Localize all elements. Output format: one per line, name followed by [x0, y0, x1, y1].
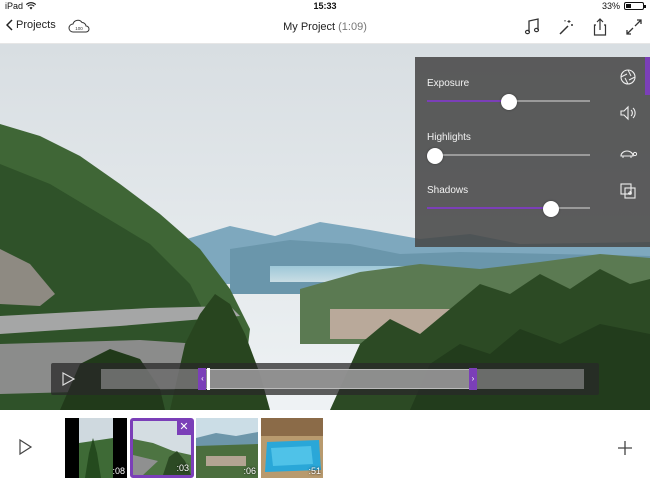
- slider-fill: [427, 207, 551, 209]
- clip-duration: :06: [243, 466, 256, 476]
- turtle-speed-icon[interactable]: [618, 143, 638, 163]
- add-clip-icon[interactable]: [616, 439, 634, 457]
- clip-thumbnail[interactable]: :51: [261, 418, 323, 478]
- battery-icon: [624, 2, 646, 10]
- panel-tools: [614, 57, 650, 247]
- filmstrip: :08 ✕ :03 :06 :51: [0, 410, 650, 487]
- battery-percent: 33%: [601, 1, 620, 11]
- slider-knob[interactable]: [542, 201, 559, 217]
- shadows-slider[interactable]: [427, 201, 590, 217]
- slider-knob[interactable]: [500, 94, 517, 110]
- trim-handle-left[interactable]: ‹: [198, 368, 207, 390]
- magic-wand-icon[interactable]: [556, 17, 576, 37]
- timeline-bar: ‹ ›: [51, 363, 599, 395]
- nav-bar: Projects 100 My Project (1:09): [0, 13, 650, 44]
- clip-thumbnail-selected[interactable]: ✕ :03: [130, 418, 194, 478]
- clip-thumbnail[interactable]: :08: [65, 418, 127, 478]
- slider-knob[interactable]: [427, 148, 444, 164]
- aperture-icon[interactable]: [618, 67, 638, 87]
- clip-duration: :03: [176, 463, 189, 473]
- status-bar: iPad 15:33 33%: [0, 0, 650, 13]
- timeline-play-icon[interactable]: [60, 371, 76, 387]
- trim-handle-right[interactable]: ›: [468, 368, 477, 390]
- exposure-slider[interactable]: [427, 94, 590, 110]
- timeline-selection: [202, 369, 473, 389]
- fullscreen-icon[interactable]: [624, 17, 644, 37]
- project-name: My Project: [283, 21, 336, 33]
- shadows-label: Shadows: [427, 185, 469, 196]
- battery-fill: [626, 4, 632, 8]
- slider-track: [427, 154, 590, 156]
- highlights-slider[interactable]: [427, 148, 590, 164]
- share-icon[interactable]: [590, 17, 610, 37]
- music-icon[interactable]: [522, 17, 542, 37]
- status-time: 15:33: [313, 1, 337, 11]
- slider-fill: [427, 100, 509, 102]
- volume-icon[interactable]: [618, 103, 638, 123]
- play-icon[interactable]: [16, 438, 34, 456]
- project-duration: (1:09): [338, 21, 367, 33]
- highlights-label: Highlights: [427, 132, 471, 143]
- crop-add-icon[interactable]: [618, 181, 638, 201]
- clip-duration: :51: [308, 466, 321, 476]
- clip-duration: :08: [112, 466, 125, 476]
- timeline-track[interactable]: ‹ ›: [101, 368, 584, 390]
- nav-icons: [522, 17, 644, 37]
- adjust-panel: Exposure Highlights Shadows: [415, 57, 650, 247]
- exposure-label: Exposure: [427, 78, 470, 89]
- clip-thumbnail[interactable]: :06: [196, 418, 258, 478]
- timeline-playhead[interactable]: [207, 368, 211, 390]
- status-right: 33%: [601, 1, 646, 11]
- remove-clip-button[interactable]: ✕: [177, 421, 191, 435]
